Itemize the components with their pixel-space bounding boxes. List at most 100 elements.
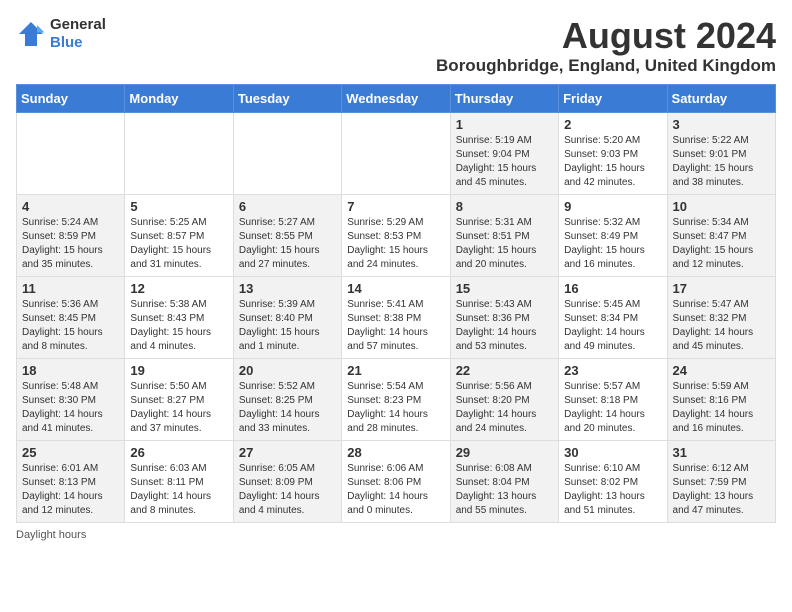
footer-note: Daylight hours bbox=[16, 529, 776, 541]
day-info: Sunrise: 6:12 AM Sunset: 7:59 PM Dayligh… bbox=[673, 462, 770, 518]
day-info: Sunrise: 5:54 AM Sunset: 8:23 PM Dayligh… bbox=[347, 380, 444, 436]
day-number: 9 bbox=[564, 199, 661, 214]
day-info: Sunrise: 6:03 AM Sunset: 8:11 PM Dayligh… bbox=[130, 462, 227, 518]
calendar-header-row: SundayMondayTuesdayWednesdayThursdayFrid… bbox=[17, 84, 776, 112]
day-number: 31 bbox=[673, 445, 770, 460]
day-cell: 9 Sunrise: 5:32 AM Sunset: 8:49 PM Daylig… bbox=[559, 194, 667, 276]
day-number: 19 bbox=[130, 363, 227, 378]
daylight-label: Daylight hours bbox=[16, 529, 86, 541]
day-info: Sunrise: 5:52 AM Sunset: 8:25 PM Dayligh… bbox=[239, 380, 336, 436]
day-cell: 19 Sunrise: 5:50 AM Sunset: 8:27 PM Dayli… bbox=[125, 358, 233, 440]
day-info: Sunrise: 5:22 AM Sunset: 9:01 PM Dayligh… bbox=[673, 134, 770, 190]
day-info: Sunrise: 5:19 AM Sunset: 9:04 PM Dayligh… bbox=[456, 134, 553, 190]
day-cell: 29 Sunrise: 6:08 AM Sunset: 8:04 PM Dayli… bbox=[450, 440, 558, 522]
day-cell: 12 Sunrise: 5:38 AM Sunset: 8:43 PM Dayli… bbox=[125, 276, 233, 358]
day-number: 3 bbox=[673, 117, 770, 132]
week-row-5: 25 Sunrise: 6:01 AM Sunset: 8:13 PM Dayli… bbox=[17, 440, 776, 522]
week-row-1: 1 Sunrise: 5:19 AM Sunset: 9:04 PM Daylig… bbox=[17, 112, 776, 194]
day-number: 24 bbox=[673, 363, 770, 378]
day-cell: 10Sunrise: 5:34 AM Sunset: 8:47 PM Dayli… bbox=[667, 194, 775, 276]
day-cell: 25 Sunrise: 6:01 AM Sunset: 8:13 PM Dayli… bbox=[17, 440, 125, 522]
day-cell: 20 Sunrise: 5:52 AM Sunset: 8:25 PM Dayli… bbox=[233, 358, 341, 440]
day-number: 8 bbox=[456, 199, 553, 214]
week-row-3: 11Sunrise: 5:36 AM Sunset: 8:45 PM Dayli… bbox=[17, 276, 776, 358]
logo-general: General bbox=[50, 16, 106, 33]
day-cell: 11Sunrise: 5:36 AM Sunset: 8:45 PM Dayli… bbox=[17, 276, 125, 358]
day-number: 12 bbox=[130, 281, 227, 296]
day-number: 1 bbox=[456, 117, 553, 132]
day-info: Sunrise: 5:48 AM Sunset: 8:30 PM Dayligh… bbox=[22, 380, 119, 436]
day-cell: 21 Sunrise: 5:54 AM Sunset: 8:23 PM Dayli… bbox=[342, 358, 450, 440]
day-number: 22 bbox=[456, 363, 553, 378]
day-number: 15 bbox=[456, 281, 553, 296]
day-number: 25 bbox=[22, 445, 119, 460]
day-cell: 15 Sunrise: 5:43 AM Sunset: 8:36 PM Dayli… bbox=[450, 276, 558, 358]
day-cell: 22 Sunrise: 5:56 AM Sunset: 8:20 PM Dayli… bbox=[450, 358, 558, 440]
day-cell bbox=[342, 112, 450, 194]
day-info: Sunrise: 6:06 AM Sunset: 8:06 PM Dayligh… bbox=[347, 462, 444, 518]
day-number: 20 bbox=[239, 363, 336, 378]
day-number: 17 bbox=[673, 281, 770, 296]
logo-inner: General Blue bbox=[16, 16, 106, 52]
day-cell: 28Sunrise: 6:06 AM Sunset: 8:06 PM Dayli… bbox=[342, 440, 450, 522]
col-header-saturday: Saturday bbox=[667, 84, 775, 112]
day-cell: 30 Sunrise: 6:10 AM Sunset: 8:02 PM Dayli… bbox=[559, 440, 667, 522]
day-info: Sunrise: 5:43 AM Sunset: 8:36 PM Dayligh… bbox=[456, 298, 553, 354]
day-cell: 23Sunrise: 5:57 AM Sunset: 8:18 PM Dayli… bbox=[559, 358, 667, 440]
day-number: 18 bbox=[22, 363, 119, 378]
day-cell: 8 Sunrise: 5:31 AM Sunset: 8:51 PM Daylig… bbox=[450, 194, 558, 276]
day-number: 14 bbox=[347, 281, 444, 296]
day-cell: 17Sunrise: 5:47 AM Sunset: 8:32 PM Dayli… bbox=[667, 276, 775, 358]
day-info: Sunrise: 5:57 AM Sunset: 8:18 PM Dayligh… bbox=[564, 380, 661, 436]
day-info: Sunrise: 5:45 AM Sunset: 8:34 PM Dayligh… bbox=[564, 298, 661, 354]
col-header-wednesday: Wednesday bbox=[342, 84, 450, 112]
week-row-2: 4Sunrise: 5:24 AM Sunset: 8:59 PM Daylig… bbox=[17, 194, 776, 276]
day-number: 21 bbox=[347, 363, 444, 378]
day-info: Sunrise: 6:10 AM Sunset: 8:02 PM Dayligh… bbox=[564, 462, 661, 518]
day-cell: 26Sunrise: 6:03 AM Sunset: 8:11 PM Dayli… bbox=[125, 440, 233, 522]
day-cell: 7Sunrise: 5:29 AM Sunset: 8:53 PM Daylig… bbox=[342, 194, 450, 276]
day-number: 2 bbox=[564, 117, 661, 132]
day-number: 30 bbox=[564, 445, 661, 460]
day-info: Sunrise: 5:56 AM Sunset: 8:20 PM Dayligh… bbox=[456, 380, 553, 436]
day-info: Sunrise: 5:50 AM Sunset: 8:27 PM Dayligh… bbox=[130, 380, 227, 436]
day-number: 5 bbox=[130, 199, 227, 214]
day-info: Sunrise: 5:24 AM Sunset: 8:59 PM Dayligh… bbox=[22, 216, 119, 272]
logo-blue: Blue bbox=[50, 34, 83, 51]
day-number: 29 bbox=[456, 445, 553, 460]
col-header-monday: Monday bbox=[125, 84, 233, 112]
day-info: Sunrise: 5:34 AM Sunset: 8:47 PM Dayligh… bbox=[673, 216, 770, 272]
subtitle: Boroughbridge, England, United Kingdom bbox=[436, 56, 776, 76]
main-title: August 2024 bbox=[436, 16, 776, 56]
day-info: Sunrise: 5:38 AM Sunset: 8:43 PM Dayligh… bbox=[130, 298, 227, 354]
title-block: August 2024 Boroughbridge, England, Unit… bbox=[436, 16, 776, 76]
day-info: Sunrise: 6:05 AM Sunset: 8:09 PM Dayligh… bbox=[239, 462, 336, 518]
day-cell: 4Sunrise: 5:24 AM Sunset: 8:59 PM Daylig… bbox=[17, 194, 125, 276]
day-info: Sunrise: 6:01 AM Sunset: 8:13 PM Dayligh… bbox=[22, 462, 119, 518]
day-cell bbox=[17, 112, 125, 194]
day-cell: 14 Sunrise: 5:41 AM Sunset: 8:38 PM Dayli… bbox=[342, 276, 450, 358]
day-cell bbox=[233, 112, 341, 194]
day-cell: 16 Sunrise: 5:45 AM Sunset: 8:34 PM Dayli… bbox=[559, 276, 667, 358]
day-number: 27 bbox=[239, 445, 336, 460]
day-info: Sunrise: 5:20 AM Sunset: 9:03 PM Dayligh… bbox=[564, 134, 661, 190]
day-cell: 24 Sunrise: 5:59 AM Sunset: 8:16 PM Dayli… bbox=[667, 358, 775, 440]
day-info: Sunrise: 5:32 AM Sunset: 8:49 PM Dayligh… bbox=[564, 216, 661, 272]
day-cell: 31 Sunrise: 6:12 AM Sunset: 7:59 PM Dayli… bbox=[667, 440, 775, 522]
day-info: Sunrise: 5:31 AM Sunset: 8:51 PM Dayligh… bbox=[456, 216, 553, 272]
day-number: 16 bbox=[564, 281, 661, 296]
day-info: Sunrise: 5:29 AM Sunset: 8:53 PM Dayligh… bbox=[347, 216, 444, 272]
week-row-4: 18 Sunrise: 5:48 AM Sunset: 8:30 PM Dayli… bbox=[17, 358, 776, 440]
day-info: Sunrise: 5:59 AM Sunset: 8:16 PM Dayligh… bbox=[673, 380, 770, 436]
day-info: Sunrise: 5:25 AM Sunset: 8:57 PM Dayligh… bbox=[130, 216, 227, 272]
day-number: 6 bbox=[239, 199, 336, 214]
day-info: Sunrise: 6:08 AM Sunset: 8:04 PM Dayligh… bbox=[456, 462, 553, 518]
day-number: 11 bbox=[22, 281, 119, 296]
col-header-friday: Friday bbox=[559, 84, 667, 112]
logo-text: General Blue bbox=[50, 16, 106, 52]
day-cell: 1 Sunrise: 5:19 AM Sunset: 9:04 PM Daylig… bbox=[450, 112, 558, 194]
col-header-sunday: Sunday bbox=[17, 84, 125, 112]
day-info: Sunrise: 5:39 AM Sunset: 8:40 PM Dayligh… bbox=[239, 298, 336, 354]
day-info: Sunrise: 5:41 AM Sunset: 8:38 PM Dayligh… bbox=[347, 298, 444, 354]
logo-icon bbox=[16, 19, 46, 49]
